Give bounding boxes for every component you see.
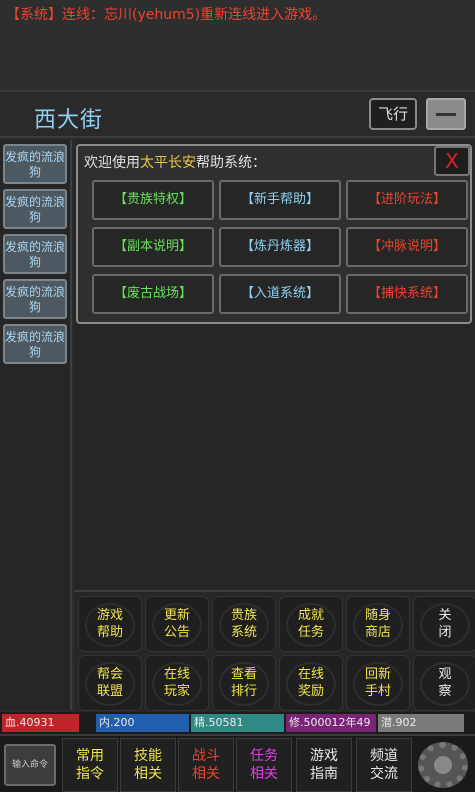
help-button-ancient-battlefield[interactable]: 【废古战场】 [92, 274, 214, 314]
npc-item[interactable]: 发疯的流浪狗 [3, 234, 67, 274]
npc-item[interactable]: 发疯的流浪狗 [3, 324, 67, 364]
nav-channel-chat[interactable]: 频道 交流 [356, 738, 412, 792]
bottom-nav: 输入命令 常用 指令 技能 相关 战斗 相关 任务 相关 游戏 指南 频道 交流 [0, 734, 475, 792]
dialog-title: 欢迎使用太平长安帮助系统： [84, 152, 266, 172]
nav-common-commands[interactable]: 常用 指令 [62, 738, 118, 792]
help-dialog: 欢迎使用太平长安帮助系统： X 【贵族特权】 【新手帮助】 【进阶玩法】 【副本… [76, 144, 472, 324]
npc-list: 发疯的流浪狗 发疯的流浪狗 发疯的流浪狗 发疯的流浪狗 发疯的流浪狗 [0, 140, 72, 710]
dialog-title-suffix: 帮助系统： [196, 155, 266, 171]
input-command-button[interactable]: 输入命令 [4, 744, 56, 786]
help-button-constable-system[interactable]: 【捕快系统】 [346, 274, 468, 314]
help-button-noble-privileges[interactable]: 【贵族特权】 [92, 180, 214, 220]
action-online-players[interactable]: 在线 玩家 [145, 655, 209, 711]
mp-stat: 内.200 [96, 714, 189, 732]
help-button-dao-system[interactable]: 【入道系统】 [219, 274, 341, 314]
jing-stat: 精.50581 [191, 714, 284, 732]
action-close[interactable]: 关闭 [413, 596, 475, 652]
close-dialog-button[interactable]: X [434, 146, 470, 176]
minimize-button[interactable] [426, 98, 466, 130]
system-message-text: 连线：忘川(yehum5)重新连线进入游戏。 [62, 7, 327, 23]
action-update-notice[interactable]: 更新 公告 [145, 596, 209, 652]
action-panel: 游戏 帮助 更新 公告 贵族 系统 成就 任务 随身 商店 关闭 帮会 联盟 在线 玩家 查看… [74, 590, 475, 712]
system-tag: 【系统】 [6, 7, 62, 23]
fly-button[interactable]: 飞行 [369, 98, 417, 130]
hp-stat: 血.40931 [2, 714, 79, 732]
qian-stat: 潜.902 [378, 714, 464, 732]
nav-combat[interactable]: 战斗 相关 [178, 738, 234, 792]
action-online-rewards[interactable]: 在线 奖励 [279, 655, 343, 711]
dialog-title-prefix: 欢迎使用 [84, 155, 140, 171]
gear-icon[interactable] [418, 742, 468, 788]
npc-item[interactable]: 发疯的流浪狗 [3, 189, 67, 229]
system-message-area: 【系统】连线：忘川(yehum5)重新连线进入游戏。 [0, 0, 475, 90]
help-button-alchemy-forging[interactable]: 【炼丹炼器】 [219, 227, 341, 267]
action-guild-alliance[interactable]: 帮会 联盟 [78, 655, 142, 711]
help-button-newbie-help[interactable]: 【新手帮助】 [219, 180, 341, 220]
action-game-help[interactable]: 游戏 帮助 [78, 596, 142, 652]
gear-center [434, 756, 452, 774]
help-button-advanced-play[interactable]: 【进阶玩法】 [346, 180, 468, 220]
action-achievement-tasks[interactable]: 成就 任务 [279, 596, 343, 652]
action-return-newbie-village[interactable]: 回新 手村 [346, 655, 410, 711]
action-observe[interactable]: 观察 [413, 655, 475, 711]
action-view-ranking[interactable]: 查看 排行 [212, 655, 276, 711]
help-button-dungeon-info[interactable]: 【副本说明】 [92, 227, 214, 267]
xiu-stat: 修.500012年49 [286, 714, 376, 732]
action-noble-system[interactable]: 贵族 系统 [212, 596, 276, 652]
help-button-meridian-info[interactable]: 【冲脉说明】 [346, 227, 468, 267]
nav-skills[interactable]: 技能 相关 [120, 738, 176, 792]
npc-item[interactable]: 发疯的流浪狗 [3, 279, 67, 319]
dialog-title-highlight: 太平长安 [140, 155, 196, 171]
action-portable-shop[interactable]: 随身 商店 [346, 596, 410, 652]
nav-tasks[interactable]: 任务 相关 [236, 738, 292, 792]
stats-bar: 血.40931 内.200 精.50581 修.500012年49 潜.902 [0, 712, 475, 734]
nav-game-guide[interactable]: 游戏 指南 [296, 738, 352, 792]
minus-icon [436, 113, 456, 116]
location-title: 西大街 [34, 108, 104, 133]
npc-item[interactable]: 发疯的流浪狗 [3, 144, 67, 184]
